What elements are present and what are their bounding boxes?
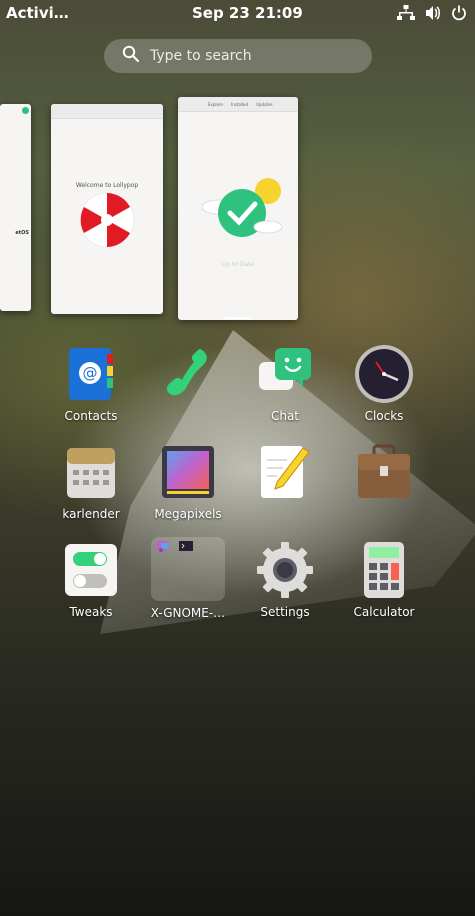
window-text: etOS bbox=[15, 230, 29, 236]
search-entry[interactable]: Type to search bbox=[104, 39, 372, 73]
app-megapixels[interactable]: Megapixels bbox=[140, 442, 236, 521]
window-thumbnail-partial[interactable]: etOS bbox=[0, 104, 31, 311]
calendar-icon bbox=[61, 442, 121, 502]
window-thumbnail-software[interactable]: Explore Installed Updates Up to Date bbox=[178, 97, 298, 320]
up-to-date-icon bbox=[201, 173, 284, 247]
phone-icon bbox=[158, 344, 218, 404]
app-text-editor[interactable] bbox=[237, 442, 333, 507]
window-thumbnail-lollypop[interactable]: Welcome to Lollypop bbox=[51, 104, 163, 314]
app-clocks[interactable]: Clocks bbox=[336, 344, 432, 423]
volume-icon[interactable] bbox=[425, 5, 441, 21]
tab-explore[interactable]: Explore bbox=[208, 102, 223, 107]
settings-icon bbox=[255, 540, 315, 600]
lollypop-logo-icon bbox=[79, 192, 135, 252]
text-editor-icon bbox=[255, 442, 315, 502]
power-icon[interactable] bbox=[451, 5, 467, 21]
app-folder-x-gnome[interactable]: X-GNOME-… bbox=[140, 537, 236, 620]
calculator-icon bbox=[354, 540, 414, 600]
app-label: Tweaks bbox=[69, 605, 113, 619]
clock-icon bbox=[354, 344, 414, 404]
system-tray[interactable] bbox=[397, 5, 467, 21]
window-titlebar: Explore Installed Updates bbox=[178, 97, 298, 112]
app-settings[interactable]: Settings bbox=[237, 540, 333, 619]
app-contacts[interactable]: @ Contacts bbox=[43, 344, 139, 423]
camera-icon bbox=[158, 442, 218, 502]
app-label: Settings bbox=[260, 605, 310, 619]
chat-icon bbox=[255, 344, 315, 404]
contacts-icon: @ bbox=[61, 344, 121, 404]
app-chat[interactable]: Chat bbox=[237, 344, 333, 423]
lollypop-welcome-title: Welcome to Lollypop bbox=[75, 182, 139, 189]
app-phone[interactable] bbox=[140, 344, 236, 409]
svg-text:@: @ bbox=[83, 364, 98, 382]
folder-icon bbox=[151, 537, 225, 601]
app-tweaks[interactable]: Tweaks bbox=[43, 540, 139, 619]
app-label: karlender bbox=[62, 507, 120, 521]
app-calculator[interactable]: Calculator bbox=[336, 540, 432, 619]
search-icon bbox=[122, 45, 140, 67]
workspace-indicator bbox=[225, 317, 251, 319]
search-placeholder: Type to search bbox=[150, 48, 252, 64]
clock-button[interactable]: Sep 23 21:09 bbox=[192, 4, 303, 22]
window-titlebar bbox=[51, 104, 163, 119]
app-label: Calculator bbox=[353, 605, 415, 619]
top-panel: Activi… Sep 23 21:09 bbox=[0, 0, 475, 28]
network-icon[interactable] bbox=[397, 5, 415, 21]
app-label: Megapixels bbox=[154, 507, 222, 521]
app-label: Contacts bbox=[64, 409, 118, 423]
activities-button[interactable]: Activi… bbox=[6, 4, 69, 22]
tab-installed[interactable]: Installed bbox=[231, 102, 248, 107]
app-briefcase[interactable] bbox=[336, 442, 432, 507]
app-label: Chat bbox=[270, 409, 300, 423]
app-karlender[interactable]: karlender bbox=[43, 442, 139, 521]
up-to-date-caption: Up to Date bbox=[221, 261, 255, 268]
tab-updates[interactable]: Updates bbox=[256, 102, 273, 107]
app-label: Clocks bbox=[364, 409, 404, 423]
app-label: X-GNOME-… bbox=[150, 606, 226, 620]
status-dot bbox=[22, 107, 29, 114]
briefcase-icon bbox=[354, 442, 414, 502]
tweaks-icon bbox=[61, 540, 121, 600]
